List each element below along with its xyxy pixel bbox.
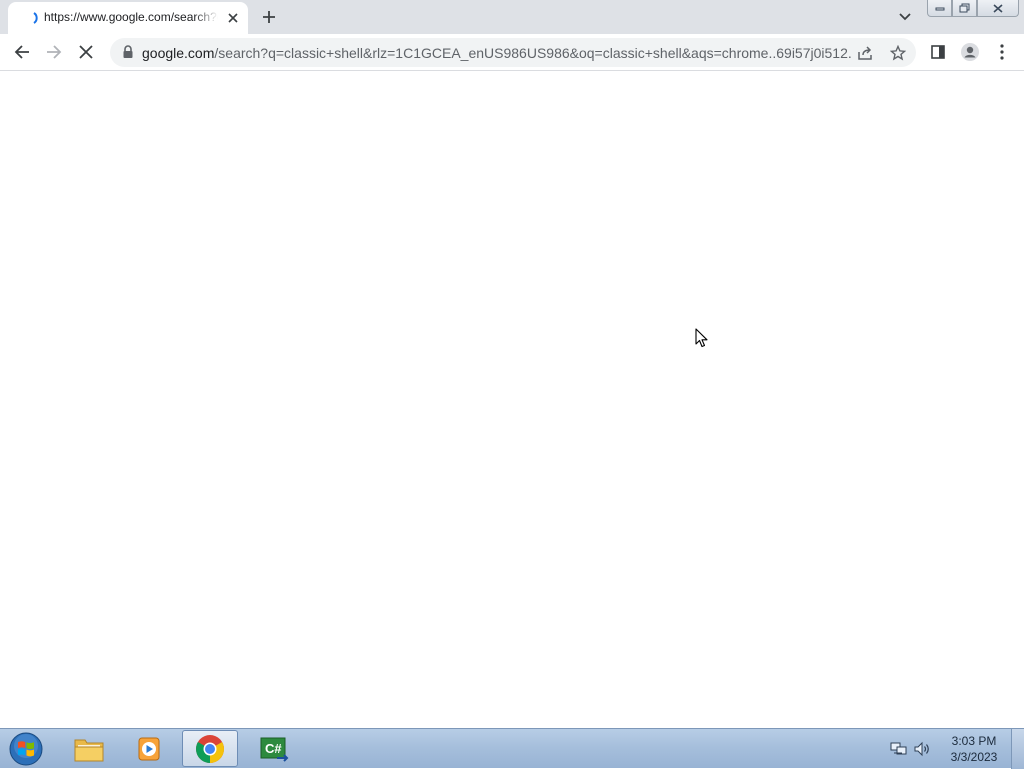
bookmark-button[interactable] <box>887 42 909 64</box>
folder-icon <box>74 739 104 761</box>
close-icon <box>993 3 1003 13</box>
windows-logo-icon <box>9 732 43 766</box>
network-icon[interactable] <box>890 741 908 757</box>
address-bar[interactable]: google.com/search?q=classic+shell&rlz=1C… <box>110 38 916 67</box>
tab-title: https://www.google.com/search?q=classic+… <box>44 10 218 26</box>
profile-button[interactable] <box>958 40 982 64</box>
mouse-cursor-icon <box>695 328 708 348</box>
restore-icon <box>959 3 970 13</box>
share-button[interactable] <box>855 42 877 64</box>
taskbar-explorer[interactable] <box>61 730 117 767</box>
share-icon <box>858 46 872 60</box>
show-desktop-button[interactable] <box>1011 729 1024 769</box>
kebab-menu-icon <box>1000 44 1004 60</box>
tab-google-search[interactable]: https://www.google.com/search?q=classic+… <box>8 2 248 34</box>
taskbar-csharp[interactable]: C# <box>246 730 302 767</box>
plus-icon <box>263 11 275 23</box>
back-button[interactable] <box>10 40 34 64</box>
profile-icon <box>961 43 979 61</box>
volume-icon[interactable] <box>913 741 931 757</box>
tab-search-button[interactable] <box>894 7 916 27</box>
url-path: /search?q=classic+shell&rlz=1C1GCEA_enUS… <box>214 45 852 61</box>
back-arrow-icon <box>14 45 29 59</box>
loading-spinner-icon <box>30 11 44 25</box>
stop-button[interactable] <box>74 40 98 64</box>
taskbar-media-player[interactable] <box>121 730 177 767</box>
browser-window: https://www.google.com/search?q=classic+… <box>0 0 1024 728</box>
lock-icon[interactable] <box>122 45 134 59</box>
close-window-button[interactable] <box>977 0 1019 17</box>
url-host: google.com <box>142 45 215 61</box>
taskbar-clock[interactable]: 3:03 PM 3/3/2023 <box>940 733 1008 765</box>
csharp-icon: C# <box>260 737 289 762</box>
star-icon <box>890 45 906 61</box>
clock-date: 3/3/2023 <box>950 750 998 764</box>
start-button[interactable] <box>6 731 46 767</box>
new-tab-button[interactable] <box>258 6 280 28</box>
svg-text:C#: C# <box>265 741 282 756</box>
taskbar-chrome[interactable] <box>182 730 238 767</box>
stop-loading-icon <box>79 45 93 59</box>
forward-arrow-icon <box>47 45 62 59</box>
chevron-down-icon <box>899 13 911 21</box>
tab-strip: https://www.google.com/search?q=classic+… <box>0 0 1024 34</box>
chrome-icon <box>196 734 224 763</box>
browser-toolbar: google.com/search?q=classic+shell&rlz=1C… <box>0 34 1024 71</box>
minimize-icon <box>935 7 944 11</box>
clock-time: 3:03 PM <box>951 734 997 748</box>
restore-button[interactable] <box>952 0 977 17</box>
browser-menu-button[interactable] <box>990 40 1014 64</box>
taskbar: C# 3:03 PM 3/3/2023 <box>0 728 1024 769</box>
url-text[interactable]: google.com/search?q=classic+shell&rlz=1C… <box>142 45 852 61</box>
side-panel-button[interactable] <box>926 40 950 64</box>
close-icon[interactable] <box>224 9 242 27</box>
media-player-icon <box>138 737 160 760</box>
forward-button[interactable] <box>42 40 66 64</box>
side-panel-icon <box>931 45 945 59</box>
minimize-button[interactable] <box>927 0 952 17</box>
page-content[interactable] <box>0 71 1024 728</box>
window-controls <box>927 0 1019 17</box>
